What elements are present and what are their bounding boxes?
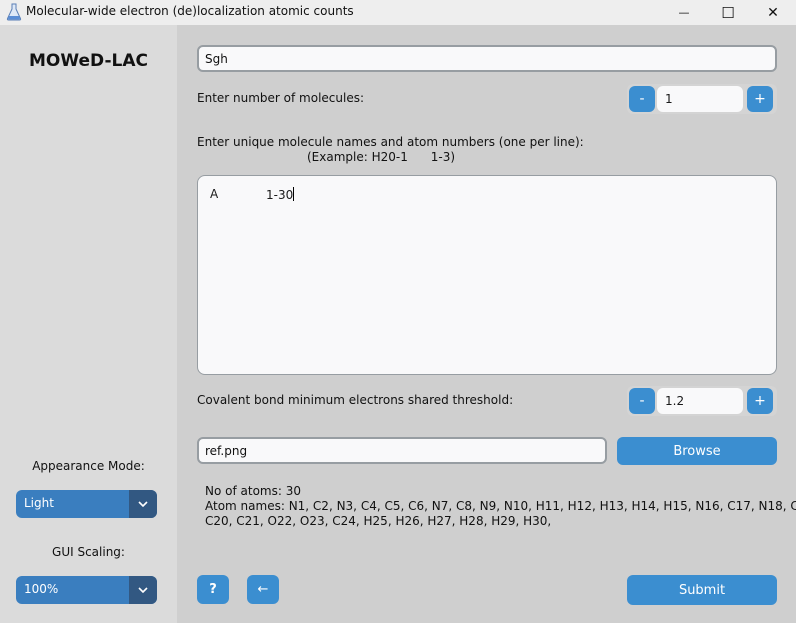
threshold-increment-button[interactable]: + <box>747 388 773 414</box>
flask-icon <box>6 3 22 21</box>
back-arrow-icon: ← <box>257 582 269 597</box>
file-path-input[interactable]: ref.png <box>197 437 607 464</box>
molecules-count-label: Enter number of molecules: <box>197 91 365 105</box>
threshold-decrement-button[interactable]: - <box>629 388 655 414</box>
browse-button[interactable]: Browse <box>617 437 777 465</box>
atom-count-text: No of atoms: 30 <box>205 484 301 498</box>
help-button[interactable]: ? <box>197 575 229 604</box>
help-icon: ? <box>209 582 217 597</box>
gui-scaling-dropdown[interactable]: 100% <box>16 576 157 604</box>
molecules-increment-button[interactable]: + <box>747 86 773 112</box>
gui-scaling-label: GUI Scaling: <box>52 545 125 559</box>
molecules-decrement-button[interactable]: - <box>629 86 655 112</box>
threshold-label: Covalent bond minimum electrons shared t… <box>197 393 514 407</box>
appearance-mode-dropdown[interactable]: Light <box>16 490 157 518</box>
chevron-down-icon[interactable] <box>129 576 157 604</box>
maximize-button[interactable]: ☐ <box>705 0 751 25</box>
textbox-atom-range: 1-30 <box>266 187 295 202</box>
minimize-button[interactable]: — <box>661 0 707 25</box>
molecule-names-textbox[interactable]: A 1-30 <box>197 175 777 375</box>
molecule-names-label: Enter unique molecule names and atom num… <box>197 135 584 149</box>
chevron-down-icon[interactable] <box>129 490 157 518</box>
title-bar: Molecular-wide electron (de)localization… <box>0 0 796 25</box>
close-icon: ✕ <box>767 4 779 21</box>
gui-scaling-value: 100% <box>24 582 59 596</box>
minimize-icon: — <box>678 6 690 19</box>
molecules-stepper: - 1 + <box>627 84 777 114</box>
molecules-count-input[interactable]: 1 <box>657 86 743 112</box>
back-button[interactable]: ← <box>247 575 279 604</box>
project-name-value: Sgh <box>205 51 228 66</box>
project-name-input[interactable]: Sgh <box>197 45 777 72</box>
file-path-value: ref.png <box>205 443 248 458</box>
appearance-mode-label: Appearance Mode: <box>32 459 145 473</box>
molecules-count-value: 1 <box>665 92 673 106</box>
atom-names-line-2: C20, C21, O22, O23, C24, H25, H26, H27, … <box>205 514 552 528</box>
atom-names-line-1: Atom names: N1, C2, N3, C4, C5, C6, N7, … <box>205 499 796 513</box>
maximize-icon: ☐ <box>721 3 735 22</box>
sidebar: MOWeD-LAC Appearance Mode: Light GUI Sca… <box>0 25 177 623</box>
window-title: Molecular-wide electron (de)localization… <box>26 4 354 18</box>
text-caret <box>293 187 295 201</box>
threshold-stepper: - 1.2 + <box>627 386 777 416</box>
molecule-names-example: (Example: H20-1 1-3) <box>307 150 456 164</box>
close-button[interactable]: ✕ <box>750 0 796 25</box>
threshold-input[interactable]: 1.2 <box>657 388 743 414</box>
textbox-molecule-name: A <box>210 187 219 201</box>
submit-button[interactable]: Submit <box>627 575 777 605</box>
app-logo: MOWeD-LAC <box>29 51 148 71</box>
threshold-value: 1.2 <box>665 394 685 408</box>
textbox-atom-range-text: 1-30 <box>266 188 294 202</box>
appearance-mode-value: Light <box>24 496 54 510</box>
